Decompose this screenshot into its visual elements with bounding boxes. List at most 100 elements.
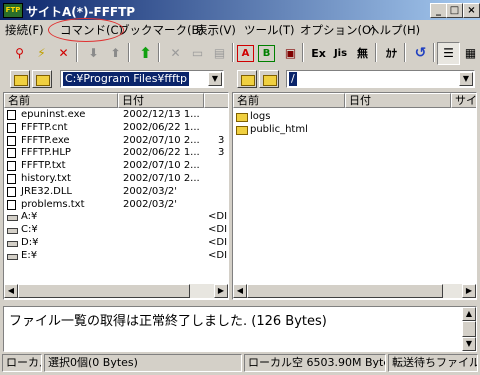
local-file-list[interactable]: 名前 日付 epuninst.exe 2002/12/13 1... FFFTP.c… <box>3 92 229 300</box>
log-scroll-thumb[interactable] <box>462 321 476 337</box>
menu-tools[interactable]: ツール(T) <box>244 22 295 38</box>
menu-view[interactable]: 表示(V) <box>196 22 236 38</box>
remote-folder-row[interactable]: public_html <box>233 124 476 136</box>
disconnect-icon[interactable]: ✕ <box>52 42 75 65</box>
remote-col-size[interactable]: サイズ <box>451 93 476 108</box>
file-name: epuninst.exe <box>21 109 86 120</box>
menu-help[interactable]: ヘルプ(H) <box>368 22 420 38</box>
folder-up-icon <box>241 75 255 86</box>
highlight-circle <box>48 18 124 42</box>
file-date: 2002/07/10 2... <box>123 160 200 172</box>
quick-connect-icon[interactable]: ⚡ <box>30 42 53 65</box>
remote-col-name[interactable]: 名前 <box>233 93 345 108</box>
file-name: problems.txt <box>21 198 85 210</box>
scroll-right-icon[interactable]: ▶ <box>462 284 476 298</box>
rename-icon[interactable]: ▭ <box>186 42 209 65</box>
remote-col-date[interactable]: 日付 <box>345 93 451 108</box>
status-mode: ローカル <box>2 354 42 372</box>
maximize-button[interactable]: □ <box>446 3 463 18</box>
file-date: 2002/12/13 1... <box>123 109 200 120</box>
mkdir-icon[interactable]: ▤ <box>208 42 231 65</box>
chevron-down-icon[interactable]: ▼ <box>208 72 222 86</box>
remote-file-list[interactable]: 名前 日付 サイズ logs public_html ◀ ▶ <box>232 92 477 300</box>
toolbar-separator <box>158 43 160 62</box>
kanji-euc-button[interactable]: Ex <box>307 42 330 65</box>
file-icon <box>7 186 16 197</box>
folder-open-icon <box>36 75 50 86</box>
auto-mode-icon[interactable]: ▣ <box>279 42 302 65</box>
status-transfer: 転送待ちファイル <box>388 354 478 372</box>
app-icon: FTP <box>3 3 23 18</box>
chevron-down-icon[interactable]: ▼ <box>459 72 473 86</box>
scroll-thumb[interactable] <box>18 284 190 298</box>
scroll-left-icon[interactable]: ◀ <box>233 284 247 298</box>
file-icon <box>7 161 16 172</box>
minimize-button[interactable]: _ <box>430 3 447 18</box>
local-file-row[interactable]: history.txt 2002/07/10 2... <box>4 173 228 185</box>
drive-icon <box>7 215 18 222</box>
log-panel[interactable]: ファイル一覧の取得は正常終了しました. (126 Bytes) ▲ ▼ <box>3 306 477 352</box>
local-file-row[interactable]: epuninst.exe 2002/12/13 1... <box>4 109 228 121</box>
toolbar-separator <box>433 43 435 62</box>
folder-up-icon <box>14 75 28 86</box>
local-file-row[interactable]: JRE32.DLL 2002/03/2' <box>4 186 228 198</box>
local-file-row[interactable]: FFFTP.HLP 2002/06/22 1... 3 <box>4 147 228 159</box>
drive-type: <DI <box>208 224 228 236</box>
local-drive-row[interactable]: A:¥ <DI <box>4 211 228 223</box>
remote-hscrollbar[interactable]: ◀ ▶ <box>233 284 476 298</box>
local-up-button[interactable] <box>10 70 30 88</box>
file-icon <box>7 174 16 184</box>
menu-bookmark[interactable]: ブックマーク(B) <box>118 22 204 38</box>
toolbar-separator <box>302 43 304 62</box>
file-date: 2002/06/22 1... <box>123 147 200 159</box>
local-file-row[interactable]: FFFTP.txt 2002/07/10 2... <box>4 160 228 172</box>
kana-convert-button[interactable]: ｶﾅ <box>380 42 403 65</box>
download-icon[interactable]: ⬇ <box>82 42 105 65</box>
drive-name: E:¥ <box>21 249 38 261</box>
remote-folder-row[interactable]: logs <box>233 111 476 123</box>
folder-open-icon <box>263 75 277 86</box>
scroll-thumb[interactable] <box>247 284 443 298</box>
close-button[interactable]: × <box>463 3 480 18</box>
file-icon <box>7 199 16 210</box>
remote-open-button[interactable] <box>259 70 279 88</box>
upload-icon[interactable]: ⬆ <box>104 42 127 65</box>
kanji-jis-button[interactable]: Jis <box>329 42 352 65</box>
ascii-mode-button[interactable]: A <box>237 45 254 62</box>
connect-icon[interactable]: ⚲ <box>8 42 31 65</box>
local-drive-row[interactable]: D:¥ <DI <box>4 237 228 249</box>
remote-up-button[interactable] <box>237 70 257 88</box>
local-drive-row[interactable]: E:¥ <DI <box>4 250 228 262</box>
local-hscrollbar[interactable]: ◀ ▶ <box>4 284 228 298</box>
local-col-name[interactable]: 名前 <box>4 93 118 108</box>
status-local-free: ローカル空 6503.90M Bytes <box>244 354 386 372</box>
file-name: history.txt <box>21 173 71 184</box>
scroll-right-icon[interactable]: ▶ <box>214 284 228 298</box>
scroll-up-icon[interactable]: ▲ <box>462 307 476 321</box>
local-file-row[interactable]: problems.txt 2002/03/2' <box>4 199 228 211</box>
file-date: 2002/03/2' <box>123 198 178 210</box>
mirror-upload-icon[interactable]: ⬆ <box>134 42 157 65</box>
local-open-button[interactable] <box>32 70 52 88</box>
drive-type: <DI <box>208 237 228 248</box>
refresh-icon[interactable]: ↺ <box>409 42 432 65</box>
file-icon <box>7 148 16 159</box>
scroll-left-icon[interactable]: ◀ <box>4 284 18 298</box>
delete-icon[interactable]: ✕ <box>164 42 187 65</box>
detail-view-icon[interactable]: ▦ <box>459 42 480 65</box>
kanji-none-button[interactable]: 無 <box>351 42 374 65</box>
local-col-size[interactable] <box>204 93 228 108</box>
remote-path-combo[interactable]: / ▼ <box>286 70 475 88</box>
local-path-combo[interactable]: C:¥Program Files¥ffftp ▼ <box>60 70 224 88</box>
log-message: ファイル一覧の取得は正常終了しました. (126 Bytes) <box>9 314 327 329</box>
local-file-row[interactable]: FFFTP.cnt 2002/06/22 1... <box>4 122 228 134</box>
list-view-icon[interactable]: ☰ <box>437 42 460 65</box>
local-col-date[interactable]: 日付 <box>118 93 204 108</box>
toolbar-separator <box>232 43 234 62</box>
local-file-row[interactable]: FFFTP.exe 2002/07/10 2... 3 <box>4 135 228 147</box>
binary-mode-button[interactable]: B <box>258 45 275 62</box>
local-drive-row[interactable]: C:¥ <DI <box>4 224 228 236</box>
scroll-down-icon[interactable]: ▼ <box>462 337 476 351</box>
menu-options[interactable]: オプション(O) <box>300 22 376 38</box>
menu-connect[interactable]: 接続(F) <box>5 22 44 38</box>
